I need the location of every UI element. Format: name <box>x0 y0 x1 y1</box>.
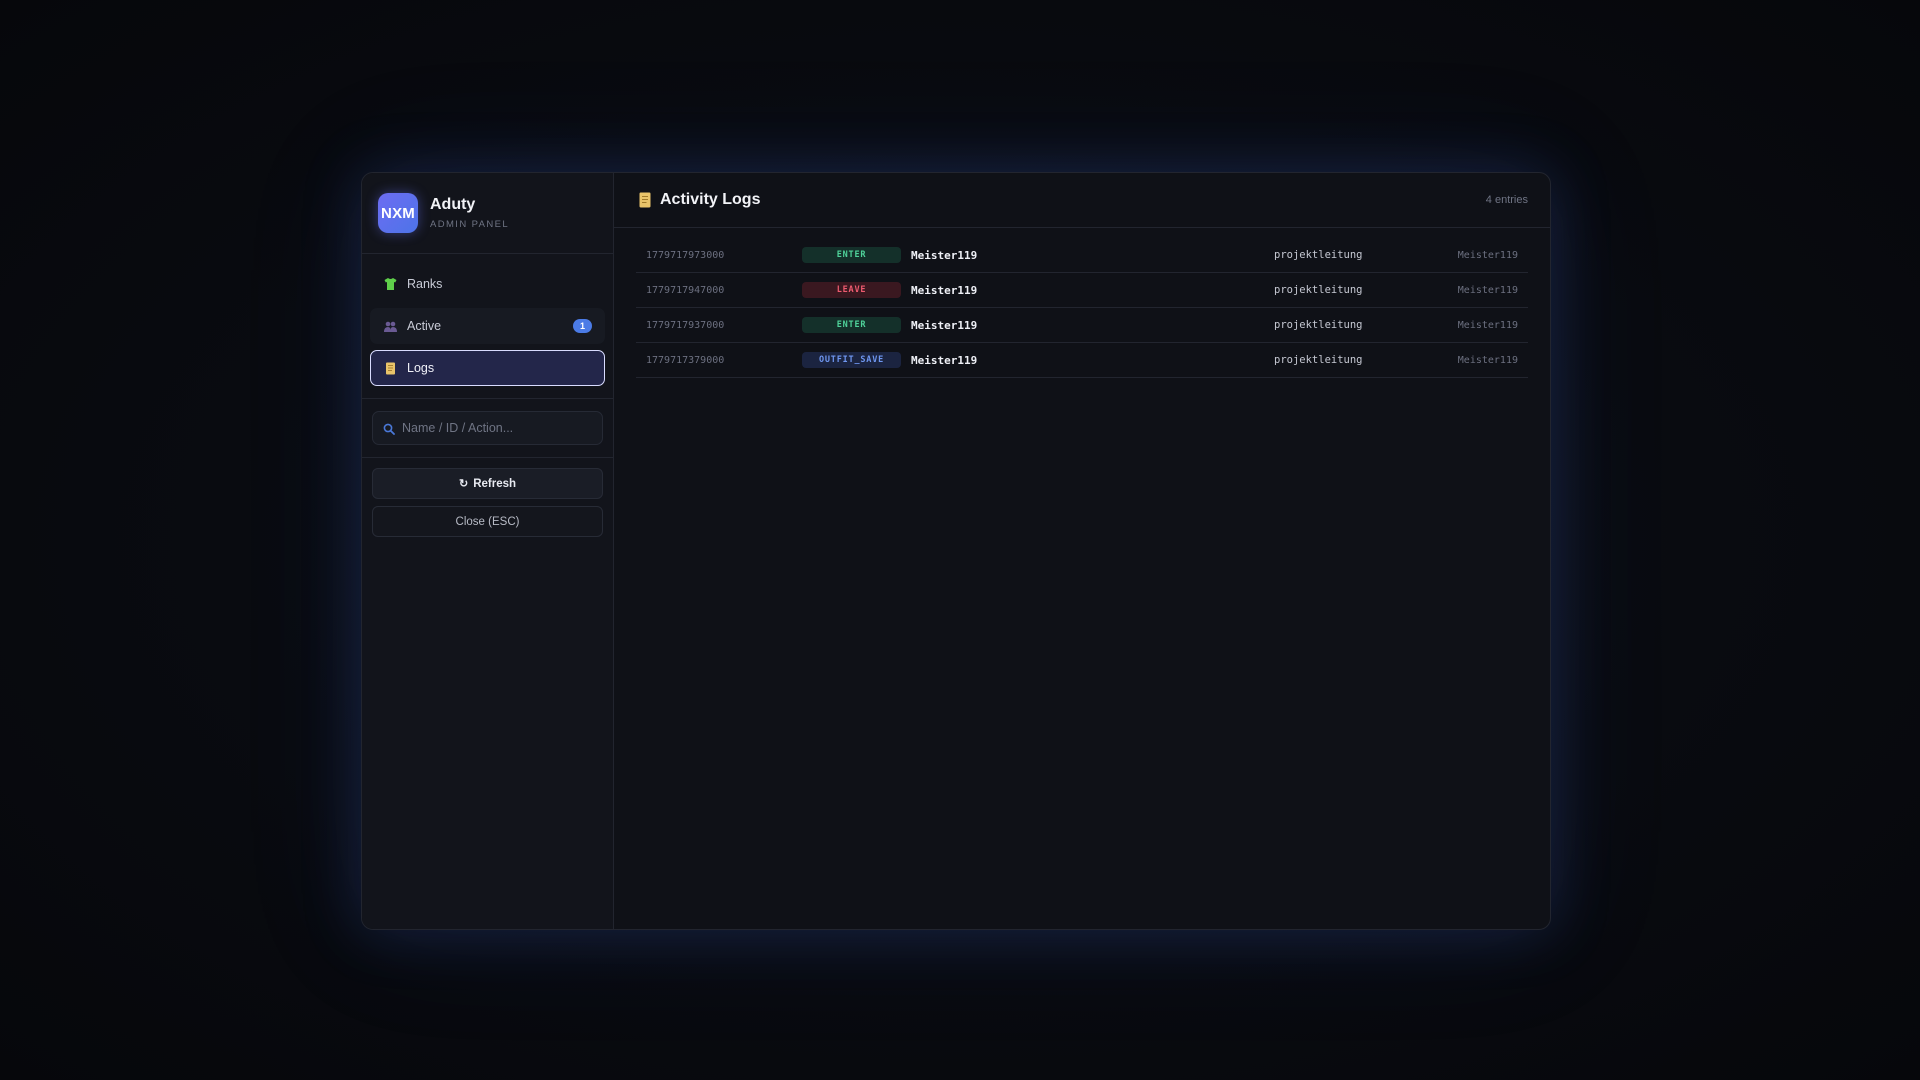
log-actor: Meister119 <box>1457 249 1518 261</box>
search-section <box>362 399 613 458</box>
sidebar-item-ranks[interactable]: Ranks <box>370 266 605 302</box>
sidebar-item-label: Ranks <box>407 277 443 291</box>
log-list: 1779717973000 ENTER Meister119 projektle… <box>614 228 1550 378</box>
action-badge: ENTER <box>802 247 901 263</box>
brand-header: NXM Aduty ADMIN PANEL <box>362 173 613 254</box>
sidebar-item-label: Active <box>407 319 442 333</box>
scroll-icon <box>638 192 652 208</box>
refresh-label: Refresh <box>473 477 517 490</box>
log-group: projektleitung <box>1274 284 1363 296</box>
brand-title: Aduty <box>430 196 476 213</box>
log-row[interactable]: 1779717937000 ENTER Meister119 projektle… <box>636 308 1528 343</box>
search-input[interactable] <box>402 421 592 435</box>
log-actor: Meister119 <box>1457 284 1518 296</box>
shirt-icon <box>383 277 397 291</box>
log-row[interactable]: 1779717379000 OUTFIT_SAVE Meister119 pro… <box>636 343 1528 378</box>
sidebar-nav: Ranks Active 1 Logs <box>362 254 613 399</box>
refresh-icon: ↻ <box>458 478 469 490</box>
sidebar-item-label: Logs <box>407 361 435 375</box>
log-timestamp: 1779717973000 <box>646 249 725 261</box>
log-player-name: Meister119 <box>911 353 978 367</box>
sidebar-item-active[interactable]: Active 1 <box>370 308 605 344</box>
active-count-badge: 1 <box>573 319 592 333</box>
log-group: projektleitung <box>1274 354 1363 366</box>
sidebar: NXM Aduty ADMIN PANEL Ranks Active 1 Log… <box>362 173 614 929</box>
log-timestamp: 1779717379000 <box>646 354 725 366</box>
action-badge: LEAVE <box>802 282 901 298</box>
action-badge: ENTER <box>802 317 901 333</box>
sidebar-item-logs[interactable]: Logs <box>370 350 605 386</box>
log-group: projektleitung <box>1274 249 1363 261</box>
brand-subtitle: ADMIN PANEL <box>430 219 510 230</box>
log-timestamp: 1779717947000 <box>646 284 725 296</box>
page-title: Activity Logs <box>660 191 761 208</box>
sidebar-actions: ↻ Refresh Close (ESC) <box>362 458 613 547</box>
log-actor: Meister119 <box>1457 354 1518 366</box>
log-player-name: Meister119 <box>911 248 978 262</box>
log-timestamp: 1779717937000 <box>646 319 725 331</box>
main-content: Activity Logs 4 entries 1779717973000 EN… <box>614 173 1550 929</box>
search-icon <box>383 422 395 435</box>
scroll-icon <box>383 361 397 375</box>
entries-count: 4 entries <box>1485 194 1528 206</box>
log-player-name: Meister119 <box>911 283 978 297</box>
users-icon <box>383 319 397 333</box>
log-actor: Meister119 <box>1457 319 1518 331</box>
log-row[interactable]: 1779717973000 ENTER Meister119 projektle… <box>636 238 1528 273</box>
action-badge: OUTFIT_SAVE <box>802 352 901 368</box>
refresh-button[interactable]: ↻ Refresh <box>372 468 603 499</box>
close-button[interactable]: Close (ESC) <box>372 506 603 537</box>
brand-logo: NXM <box>378 193 418 233</box>
main-header: Activity Logs 4 entries <box>614 173 1550 228</box>
log-player-name: Meister119 <box>911 318 978 332</box>
log-group: projektleitung <box>1274 319 1363 331</box>
admin-panel-window: NXM Aduty ADMIN PANEL Ranks Active 1 Log… <box>361 172 1551 930</box>
log-row[interactable]: 1779717947000 LEAVE Meister119 projektle… <box>636 273 1528 308</box>
search-box[interactable] <box>372 411 603 445</box>
